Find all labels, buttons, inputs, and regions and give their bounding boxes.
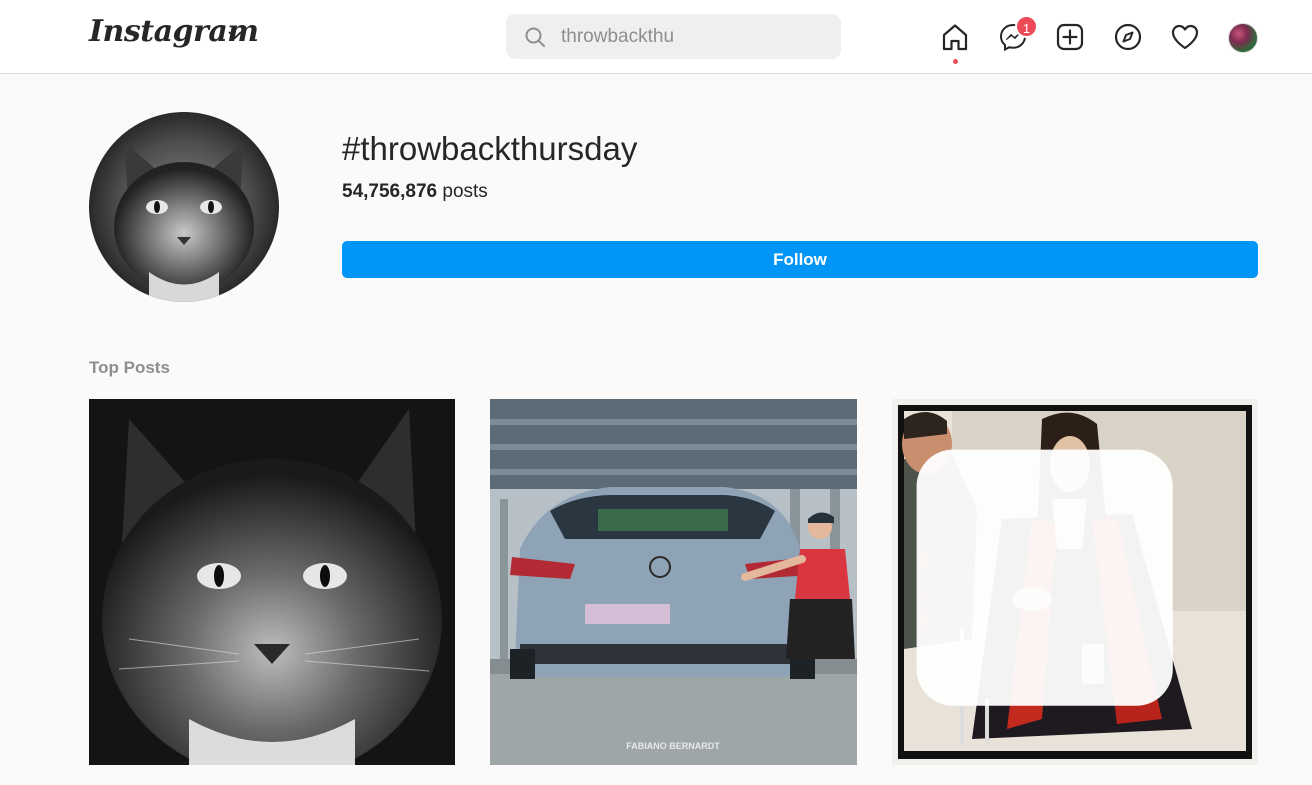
hashtag-title: #throwbackthursday — [342, 130, 638, 167]
post-count-line: 54,756,876 posts — [342, 181, 488, 203]
new-post-icon[interactable] — [1055, 22, 1085, 52]
posts-label: posts — [442, 181, 488, 202]
home-active-dot — [953, 59, 958, 64]
search-bar[interactable] — [506, 14, 841, 59]
multiple-photos-icon — [916, 449, 1173, 706]
post-watermark: FABIANO BERNARDT — [626, 741, 720, 751]
post-thumbnail-2[interactable]: FABIANO BERNARDT — [490, 399, 857, 765]
profile-avatar[interactable] — [1228, 23, 1258, 53]
notification-badge: 1 — [1015, 15, 1038, 38]
chevron-down-icon[interactable] — [226, 26, 244, 44]
post-thumbnail-3[interactable]: '90 11 06 — [892, 399, 1258, 765]
post-count: 54,756,876 — [342, 181, 438, 202]
top-posts-heading: Top Posts — [89, 358, 170, 377]
hashtag-profile-picture — [89, 112, 279, 302]
search-icon — [525, 27, 545, 47]
follow-button[interactable]: Follow — [342, 241, 1258, 278]
activity-heart-icon[interactable] — [1170, 22, 1200, 52]
post-thumbnail-1[interactable] — [89, 399, 455, 765]
search-input[interactable] — [561, 24, 821, 50]
home-icon[interactable] — [940, 22, 970, 52]
explore-icon[interactable] — [1113, 22, 1143, 52]
top-navigation-bar: Instagram 1 — [0, 0, 1312, 74]
